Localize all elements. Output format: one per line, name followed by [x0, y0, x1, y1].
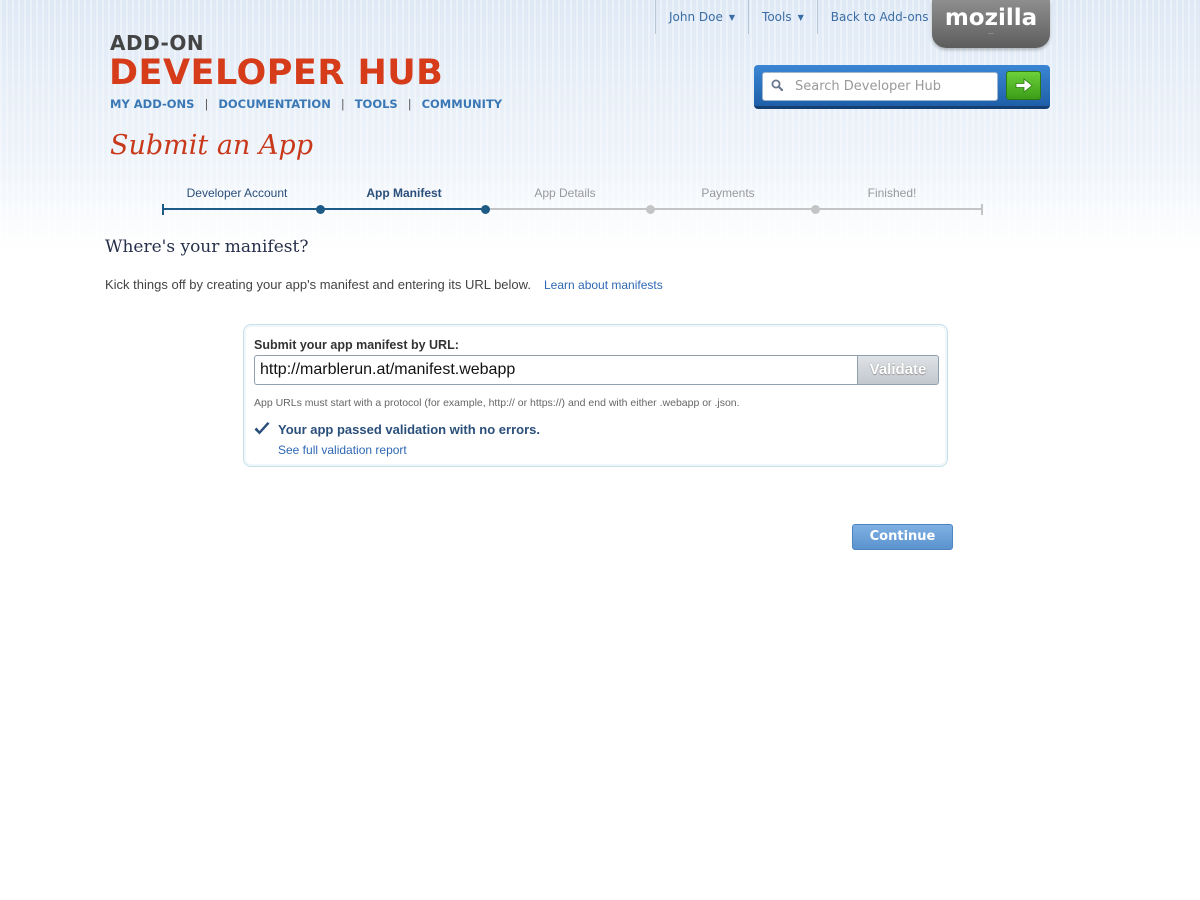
manifest-url-input[interactable] [254, 355, 858, 385]
step-dot-done [316, 205, 325, 214]
validate-button[interactable]: Validate [857, 355, 939, 385]
search-icon [771, 79, 783, 91]
search-box [754, 65, 1050, 109]
checkmark-icon [254, 422, 270, 435]
validation-report-link[interactable]: See full validation report [278, 443, 407, 457]
step-dot-current [481, 205, 490, 214]
nav-separator: | [407, 97, 412, 111]
validation-success-message: Your app passed validation with no error… [278, 422, 540, 437]
step-finished: Finished! [867, 186, 917, 200]
main-nav: MY ADD-ONS | DOCUMENTATION | TOOLS | COM… [110, 97, 502, 111]
nav-community[interactable]: COMMUNITY [422, 97, 503, 111]
tools-menu[interactable]: Tools ▼ [748, 0, 817, 34]
page-title: Submit an App [110, 130, 313, 161]
step-start-cap [162, 204, 164, 215]
step-line-remaining [485, 208, 982, 210]
chevron-down-icon: ▼ [728, 13, 736, 22]
nav-tools[interactable]: TOOLS [355, 97, 398, 111]
step-dot-todo [811, 205, 820, 214]
mozilla-tab[interactable]: mozilla ··· [932, 0, 1050, 48]
step-dot-todo [646, 205, 655, 214]
mozilla-logo: mozilla [944, 5, 1038, 31]
tools-menu-label: Tools [762, 10, 792, 24]
nav-separator: | [340, 97, 345, 111]
chevron-down-icon: ▼ [797, 13, 804, 22]
top-nav: John Doe ▼ Tools ▼ Back to Add-ons [655, 0, 942, 34]
section-heading: Where's your manifest? [105, 237, 309, 257]
url-hint: App URLs must start with a protocol (for… [254, 397, 740, 409]
learn-manifests-link[interactable]: Learn about manifests [544, 278, 663, 292]
nav-documentation[interactable]: DOCUMENTATION [218, 97, 331, 111]
mozilla-tab-mark: ··· [988, 31, 994, 38]
intro-text: Kick things off by creating your app's m… [105, 277, 531, 292]
back-to-addons-link[interactable]: Back to Add-ons [816, 0, 942, 34]
logo-main-line[interactable]: DEVELOPER HUB [109, 53, 443, 93]
manifest-url-label: Submit your app manifest by URL: [254, 338, 459, 352]
search-input[interactable] [762, 72, 998, 101]
back-to-addons-label: Back to Add-ons [830, 10, 929, 24]
logo-top-line[interactable]: ADD-ON [110, 31, 204, 55]
user-menu-label: John Doe [669, 10, 723, 24]
search-submit-button[interactable] [1006, 71, 1041, 100]
step-app-manifest: App Manifest [366, 186, 442, 200]
step-payments: Payments [701, 186, 755, 200]
continue-button[interactable]: Continue [852, 524, 953, 550]
nav-my-addons[interactable]: MY ADD-ONS [110, 97, 194, 111]
arrow-right-icon [1015, 78, 1033, 93]
step-developer-account: Developer Account [186, 186, 288, 200]
step-app-details: App Details [534, 186, 596, 200]
step-end-cap [981, 204, 983, 215]
nav-separator: | [204, 97, 209, 111]
user-menu[interactable]: John Doe ▼ [655, 0, 748, 34]
